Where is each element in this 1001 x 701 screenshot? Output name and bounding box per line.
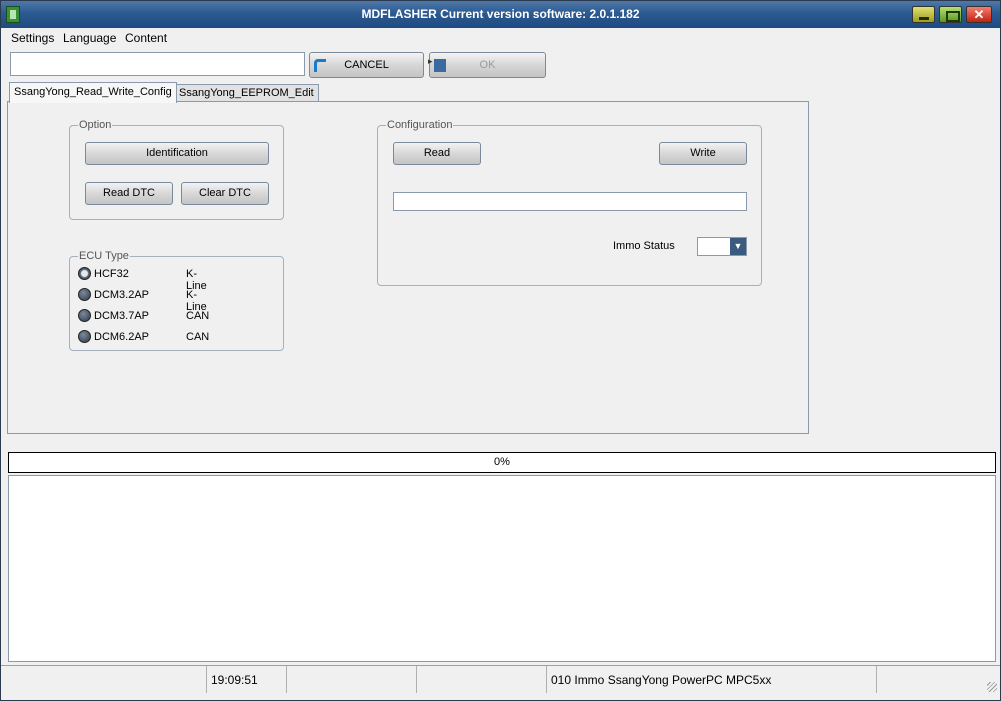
tab-eeprom-edit[interactable]: SsangYong_EEPROM_Edit	[174, 84, 319, 102]
menu-settings[interactable]: Settings	[11, 31, 54, 45]
read-button[interactable]: Read	[393, 142, 481, 165]
identification-button[interactable]: Identification	[85, 142, 269, 165]
status-cell-6	[877, 666, 987, 693]
ecu-name: DCM6.2AP	[94, 331, 150, 343]
option-group: Option Identification Read DTC Clear DTC	[69, 119, 284, 220]
immo-status-label: Immo Status	[613, 240, 675, 252]
option-group-title: Option	[78, 119, 113, 131]
clear-dtc-button[interactable]: Clear DTC	[181, 182, 269, 205]
maximize-button[interactable]	[939, 6, 962, 23]
progress-label: 0%	[494, 456, 510, 468]
menu-language[interactable]: Language	[63, 31, 116, 45]
ok-button-label: OK	[479, 59, 496, 71]
read-dtc-button[interactable]: Read DTC	[85, 182, 173, 205]
title-bar[interactable]: MDFLASHER Current version software: 2.0.…	[1, 1, 1000, 28]
status-time: 19:09:51	[207, 666, 287, 693]
configuration-group-title: Configuration	[386, 119, 454, 131]
cancel-button-label: CANCEL	[344, 59, 389, 71]
close-icon: ✕	[973, 7, 985, 22]
status-cell-4	[417, 666, 547, 693]
chevron-down-icon[interactable]: ▼	[730, 238, 746, 255]
cancel-button[interactable]: CANCEL	[309, 52, 424, 78]
ok-button[interactable]: OK	[428, 52, 546, 78]
write-button[interactable]: Write	[659, 142, 747, 165]
radio-button[interactable]	[78, 330, 91, 343]
command-input[interactable]	[10, 52, 305, 76]
status-cell-1	[1, 666, 207, 693]
app-window: MDFLASHER Current version software: 2.0.…	[0, 0, 1001, 701]
ecu-type-group-title: ECU Type	[78, 250, 130, 262]
ecu-name: DCM3.7AP	[94, 310, 150, 322]
window-title: MDFLASHER Current version software: 2.0.…	[361, 7, 640, 21]
tab-panel: Option Identification Read DTC Clear DTC…	[7, 101, 809, 434]
tab-read-write-config[interactable]: SsangYong_Read_Write_Config	[9, 82, 177, 103]
status-cell-3	[287, 666, 417, 693]
close-button[interactable]: ✕	[966, 6, 992, 23]
progress-bar: 0%	[8, 452, 996, 473]
radio-button[interactable]	[78, 288, 91, 301]
status-bar: 19:09:51 010 Immo SsangYong PowerPC MPC5…	[1, 665, 1000, 700]
menu-content[interactable]: Content	[125, 31, 167, 45]
log-output[interactable]	[8, 475, 996, 662]
radio-button[interactable]	[78, 309, 91, 322]
immo-status-select[interactable]: ▼	[697, 237, 747, 256]
configuration-field[interactable]	[393, 192, 747, 211]
minimize-button[interactable]	[912, 6, 935, 23]
status-module: 010 Immo SsangYong PowerPC MPC5xx	[547, 666, 877, 693]
radio-button-selected[interactable]	[78, 267, 91, 280]
ecu-protocol: CAN	[186, 310, 210, 322]
ecu-name: DCM3.2AP	[94, 289, 150, 301]
menu-bar: Settings Language Content	[1, 28, 1000, 48]
ecu-name: HCF32	[94, 268, 129, 280]
ecu-type-group: ECU Type HCF32 K-Line DCM3.2AP K-Line DC…	[69, 250, 284, 351]
ecu-protocol: CAN	[186, 331, 210, 343]
configuration-group: Configuration Read Write Immo Status ▼	[377, 119, 762, 286]
resize-grip-icon[interactable]	[987, 682, 997, 692]
